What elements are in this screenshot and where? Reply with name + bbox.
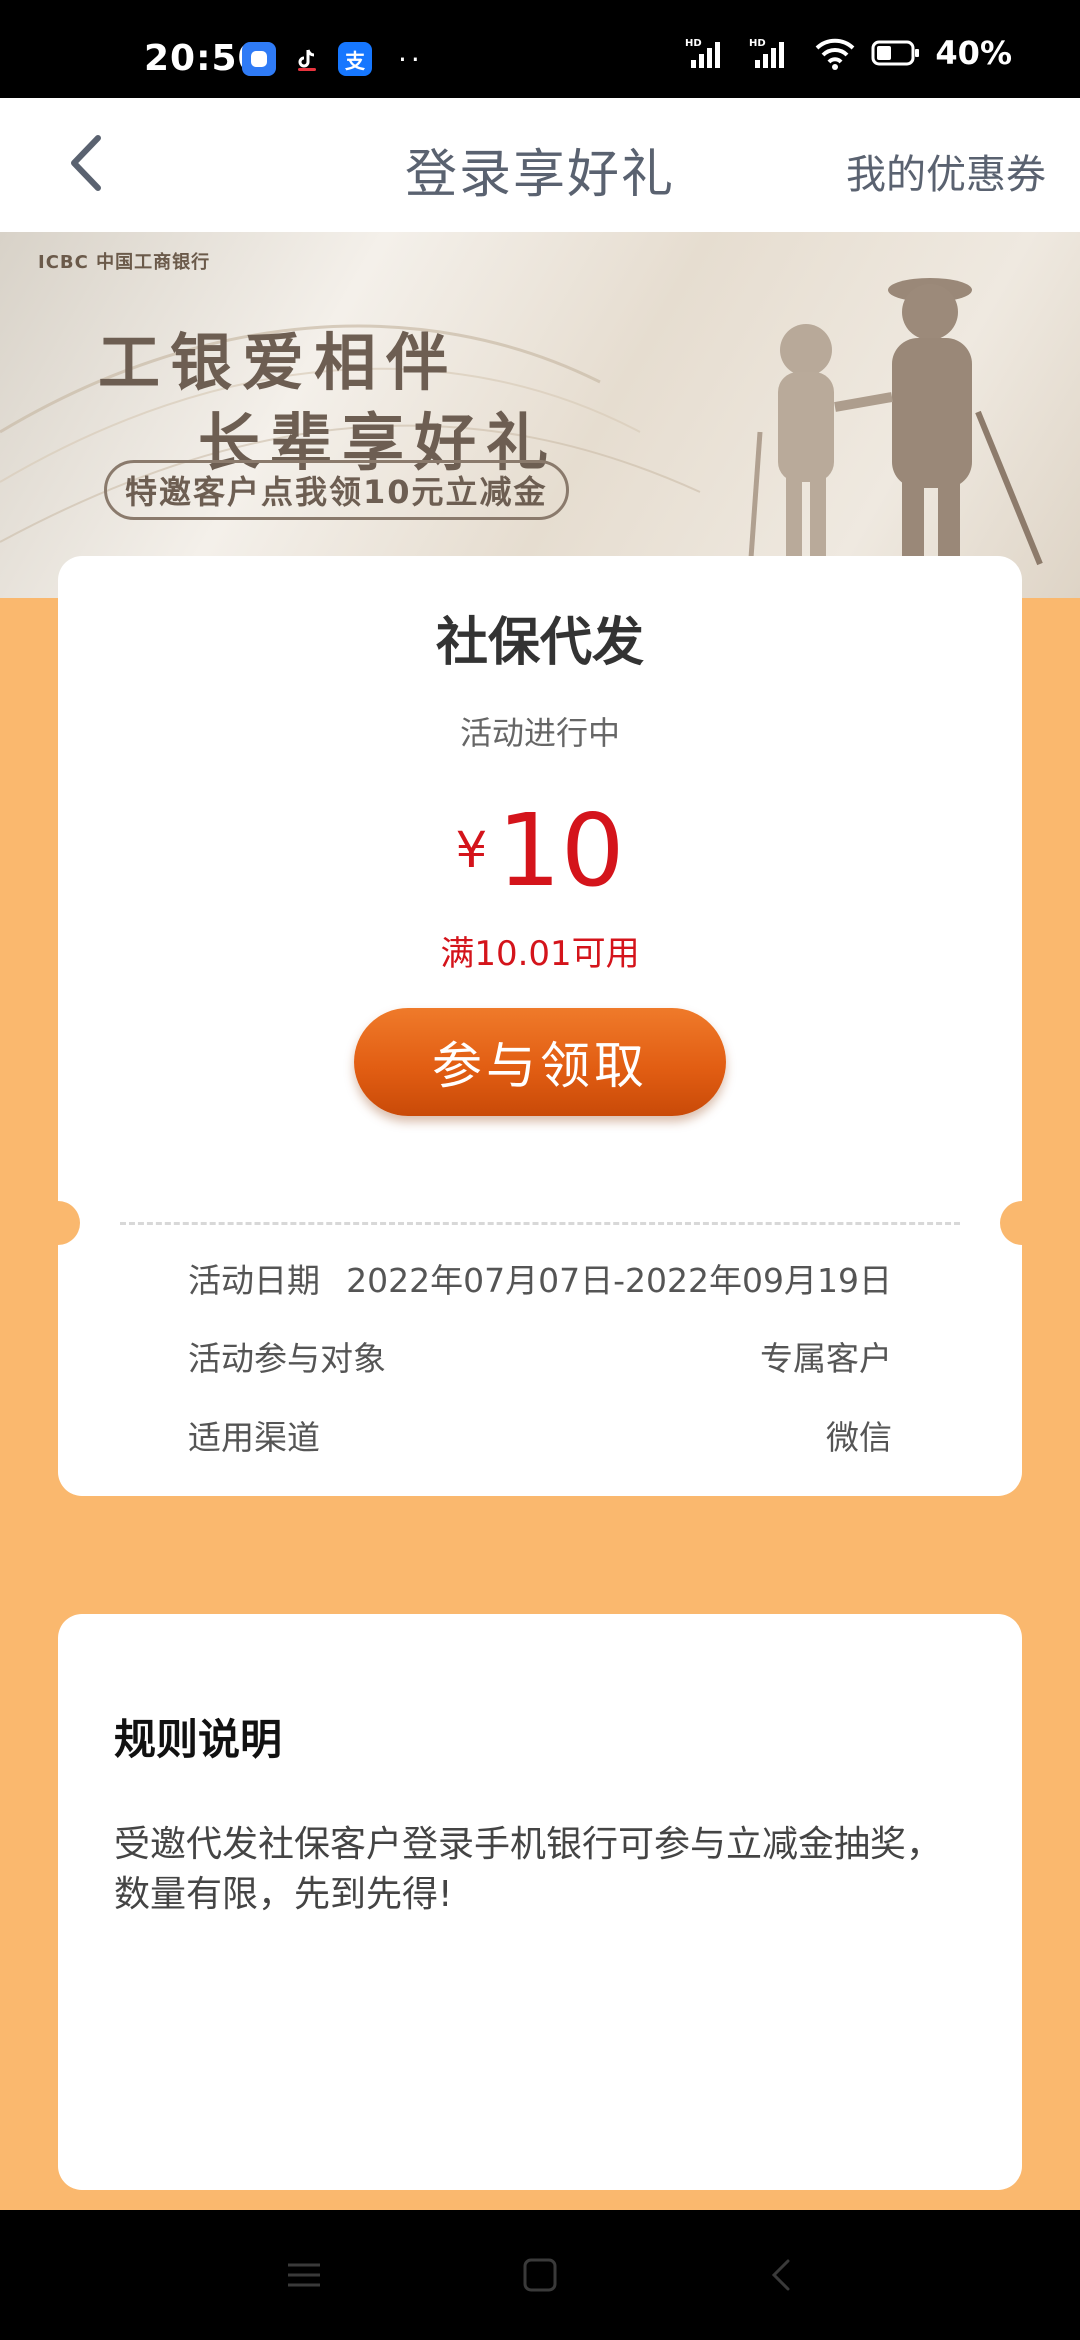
status-more-dots: ·· <box>398 42 424 76</box>
battery-percent: 40% <box>935 34 1012 72</box>
rules-card: 规则说明 受邀代发社保客户登录手机银行可参与立减金抽奖，数量有限，先到先得! <box>58 1614 1022 2190</box>
detail-value: 微信 <box>826 1418 892 1457</box>
notification-app-icon <box>242 42 276 76</box>
detail-row-date: 活动日期 2022年07月07日-2022年09月19日 <box>188 1254 892 1302</box>
offer-card: 社保代发 活动进行中 ¥10 满10.01可用 参与领取 活动日期 2022年0… <box>36 556 1044 1496</box>
detail-label: 活动参与对象 <box>188 1339 386 1378</box>
status-app-icons: 支 ·· <box>242 42 424 76</box>
detail-label: 活动日期 <box>188 1261 320 1300</box>
battery-icon <box>871 40 920 66</box>
elderly-couple-illustration <box>747 278 1043 598</box>
alipay-icon: 支 <box>338 42 372 76</box>
offer-amount: ¥10 <box>58 792 1022 909</box>
wifi-icon <box>816 38 855 70</box>
signal-icon-2: HD <box>749 38 785 68</box>
promo-banner[interactable]: ICBC 中国工商银行 工银爱相伴 长辈享好礼 特邀客户点我领10元立减金 <box>0 232 1080 598</box>
status-right: HD HD 40% <box>685 34 1012 72</box>
nav-bar: 登录享好礼 我的优惠券 <box>0 98 1080 232</box>
claim-button[interactable]: 参与领取 <box>354 1008 726 1116</box>
system-nav-bar <box>0 2210 1080 2340</box>
back-icon[interactable] <box>762 2255 802 2295</box>
banner-headline-1: 工银爱相伴 <box>98 326 459 399</box>
home-icon[interactable] <box>520 2255 560 2295</box>
status-bar: 20:50 支 ·· HD HD 40% <box>0 0 1080 98</box>
ticket-notch-left <box>36 1201 80 1245</box>
banner-cta-pill: 特邀客户点我领10元立减金 <box>104 460 569 520</box>
amount-value: 10 <box>497 792 625 909</box>
menu-icon[interactable] <box>284 2255 324 2295</box>
svg-text:HD: HD <box>685 38 702 49</box>
offer-condition: 满10.01可用 <box>440 934 640 974</box>
svg-text:HD: HD <box>749 38 766 49</box>
signal-icon: HD <box>685 38 721 68</box>
detail-label: 适用渠道 <box>188 1418 320 1457</box>
rules-text: 受邀代发社保客户登录手机银行可参与立减金抽奖，数量有限，先到先得! <box>114 1824 943 1915</box>
tiktok-icon <box>290 42 324 76</box>
offer-title: 社保代发 <box>435 613 644 673</box>
ticket-divider <box>120 1222 960 1225</box>
rules-title: 规则说明 <box>114 1715 283 1764</box>
ticket-notch-right <box>1000 1201 1044 1245</box>
detail-row-audience: 活动参与对象 专属客户 <box>188 1332 892 1380</box>
currency-symbol: ¥ <box>455 821 488 879</box>
offer-status: 活动进行中 <box>459 714 620 752</box>
detail-row-channel: 适用渠道 微信 <box>188 1411 892 1459</box>
detail-value: 2022年07月07日-2022年09月19日 <box>346 1261 892 1300</box>
detail-value: 专属客户 <box>760 1339 892 1378</box>
my-coupons-link[interactable]: 我的优惠券 <box>846 142 1046 200</box>
banner-brand: ICBC 中国工商银行 <box>38 252 211 273</box>
